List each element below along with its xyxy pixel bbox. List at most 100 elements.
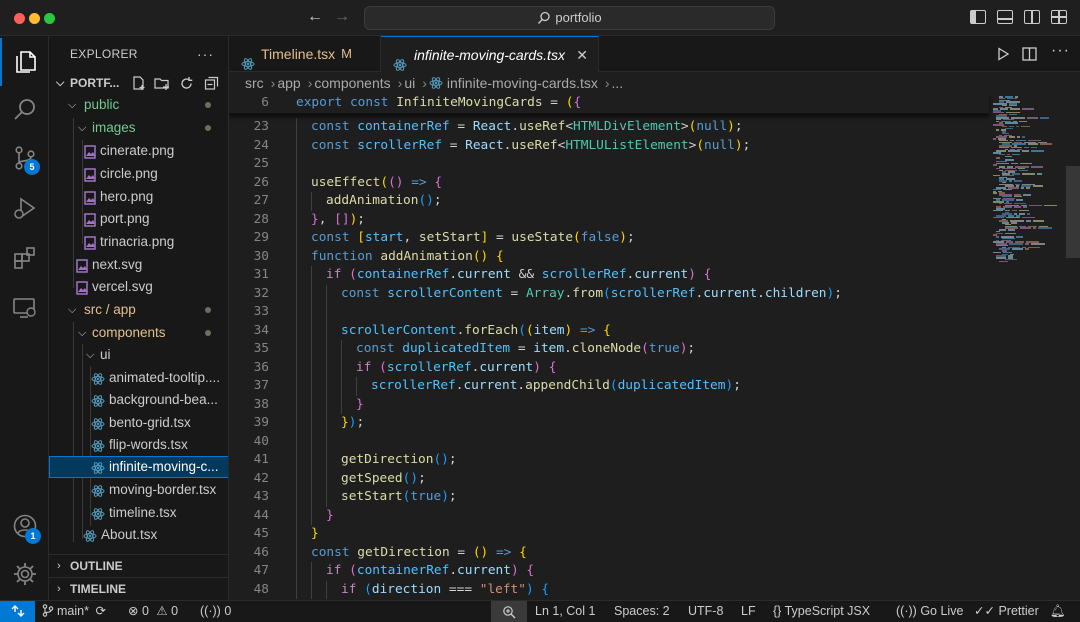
- tree-file-hero[interactable]: hero.png: [49, 186, 228, 208]
- minimap-stroke: [1037, 173, 1042, 175]
- toggle-secondary-sidebar-icon[interactable]: [1024, 10, 1040, 24]
- prettier-indicator[interactable]: ✓✓ Prettier: [974, 601, 1039, 622]
- new-folder-icon[interactable]: [154, 76, 170, 91]
- bell-icon[interactable]: 🔔︎: [1050, 601, 1066, 622]
- toggle-panel-icon[interactable]: [997, 10, 1013, 24]
- branch-indicator[interactable]: main* ⟳: [42, 601, 106, 622]
- more-actions-icon[interactable]: ···: [197, 36, 214, 72]
- run-debug-activity[interactable]: [0, 184, 49, 232]
- minimap-stroke: [1014, 195, 1022, 198]
- zoom-indicator[interactable]: [491, 601, 527, 622]
- sticky-scroll-header[interactable]: 6 export const InfiniteMovingCards = ({: [229, 94, 989, 114]
- cursor-position[interactable]: Ln 1, Col 1: [535, 601, 595, 622]
- breadcrumb-item[interactable]: ...: [612, 75, 624, 91]
- breadcrumb: src › app › components › ui › infinite-moving-ca…: [229, 72, 1080, 94]
- tree-file-vercel-svg[interactable]: vercel.svg: [49, 276, 228, 298]
- outline-label: OUTLINE: [70, 559, 123, 573]
- minimap-stroke: [999, 260, 1008, 262]
- line-number: 46: [253, 544, 269, 560]
- code-line: setStart(true);: [341, 489, 457, 504]
- editor-scrollbar[interactable]: [1066, 166, 1080, 258]
- minimap[interactable]: [990, 94, 1066, 600]
- ports-indicator[interactable]: ((·)) 0: [200, 601, 231, 622]
- tree-item-label: About.tsx: [101, 527, 158, 542]
- accounts-activity[interactable]: 1: [0, 502, 49, 550]
- collapse-all-icon[interactable]: [204, 76, 219, 91]
- tree-file-moving-border[interactable]: moving-border.tsx: [49, 479, 228, 501]
- tree-item-label: flip-words.tsx: [109, 437, 188, 452]
- maximize-window-button[interactable]: [44, 13, 55, 24]
- line-number: 6: [261, 95, 269, 110]
- tree-file-cinerate[interactable]: cinerate.png: [49, 140, 228, 162]
- sync-icon[interactable]: ⟳: [95, 604, 105, 618]
- code-line: const duplicatedItem = item.cloneNode(tr…: [356, 341, 696, 356]
- back-arrow-icon[interactable]: ←: [305, 8, 325, 26]
- problems-indicator[interactable]: ⊗ 0 ⚠ 0: [128, 601, 178, 622]
- tree-file-about[interactable]: About.tsx: [49, 524, 228, 546]
- explorer-root-folder[interactable]: ⌵ PORTF...: [49, 72, 228, 94]
- run-file-icon[interactable]: [996, 47, 1010, 61]
- tree-folder-components[interactable]: ⌵ components: [49, 322, 228, 344]
- tree-file-infinite-moving-cards[interactable]: infinite-moving-c...: [49, 456, 228, 478]
- outline-section[interactable]: › OUTLINE: [49, 554, 228, 576]
- minimap-stroke: [1012, 248, 1023, 250]
- timeline-section[interactable]: › TIMELINE: [49, 577, 228, 599]
- tree-file-bento-grid[interactable]: bento-grid.tsx: [49, 412, 228, 434]
- chevron-down-icon: ⌵: [78, 122, 87, 134]
- language-mode[interactable]: {} TypeScript JSX: [773, 601, 870, 622]
- close-tab-icon[interactable]: ✕: [576, 37, 588, 73]
- encoding[interactable]: UTF-8: [688, 601, 723, 622]
- refresh-icon[interactable]: [179, 76, 194, 91]
- toggle-primary-sidebar-icon[interactable]: [970, 10, 986, 24]
- tree-file-background-beams[interactable]: background-bea...: [49, 389, 228, 411]
- minimize-window-button[interactable]: [29, 13, 40, 24]
- explorer-activity[interactable]: [0, 38, 49, 86]
- remote-explorer-activity[interactable]: [0, 284, 49, 332]
- tab-timeline[interactable]: Timeline.tsx M: [229, 36, 381, 72]
- tree-folder-ui[interactable]: ⌵ ui: [49, 344, 228, 366]
- split-editor-icon[interactable]: [1022, 47, 1037, 61]
- minimap-stroke: [996, 232, 1003, 234]
- new-file-icon[interactable]: [131, 76, 146, 91]
- minimap-stroke: [1025, 248, 1029, 250]
- tree-file-trinacria[interactable]: trinacria.png: [49, 231, 228, 253]
- tree-file-animated-tooltip[interactable]: animated-tooltip....: [49, 367, 228, 389]
- indentation[interactable]: Spaces: 2: [614, 601, 670, 622]
- tree-folder-images[interactable]: ⌵ images: [49, 117, 228, 139]
- end-of-line[interactable]: LF: [741, 601, 756, 622]
- breadcrumb-item[interactable]: components: [314, 75, 390, 91]
- command-center-search[interactable]: portfolio: [364, 6, 775, 30]
- files-icon: [15, 51, 36, 73]
- tab-infinite-moving-cards[interactable]: infinite-moving-cards.tsx ✕: [381, 36, 599, 73]
- tree-item-label: cinerate.png: [100, 143, 175, 158]
- more-actions-icon[interactable]: ···: [1051, 42, 1070, 60]
- customize-layout-icon[interactable]: [1051, 10, 1067, 24]
- breadcrumb-item[interactable]: src: [245, 75, 264, 91]
- line-number: 39: [253, 415, 269, 430]
- tree-file-next-svg[interactable]: next.svg: [49, 254, 228, 276]
- tree-file-port[interactable]: port.png: [49, 208, 228, 230]
- forward-arrow-icon[interactable]: →: [332, 8, 352, 26]
- chevron-down-icon: ⌵: [68, 99, 77, 111]
- close-window-button[interactable]: [14, 13, 25, 24]
- search-activity[interactable]: [0, 86, 49, 134]
- source-control-activity[interactable]: 5: [0, 134, 49, 182]
- tree-file-flip-words[interactable]: flip-words.tsx: [49, 434, 228, 456]
- broadcast-icon: ((·)): [200, 604, 221, 618]
- tree-item-label: trinacria.png: [100, 234, 175, 249]
- breadcrumb-item[interactable]: app: [277, 75, 300, 91]
- go-live-button[interactable]: ((·)) Go Live: [896, 601, 963, 622]
- code-editor[interactable]: 6 export const InfiniteMovingCards = ({ 2…: [229, 94, 1080, 600]
- extensions-activity[interactable]: [0, 234, 49, 282]
- tree-file-circle[interactable]: circle.png: [49, 163, 228, 185]
- line-number: 42: [253, 470, 269, 486]
- breadcrumb-item[interactable]: infinite-moving-cards.tsx: [447, 75, 598, 91]
- breadcrumb-item[interactable]: ui: [404, 75, 415, 91]
- remote-indicator[interactable]: [0, 601, 35, 622]
- tree-folder-src-app[interactable]: ⌵ src / app: [49, 299, 228, 321]
- code-line: export const InfiniteMovingCards = ({: [296, 95, 582, 110]
- tree-item-label: timeline.tsx: [109, 505, 177, 520]
- manage-activity[interactable]: [0, 550, 49, 598]
- tree-file-timeline[interactable]: timeline.tsx: [49, 502, 228, 524]
- tree-folder-public[interactable]: ⌵ public: [49, 94, 228, 116]
